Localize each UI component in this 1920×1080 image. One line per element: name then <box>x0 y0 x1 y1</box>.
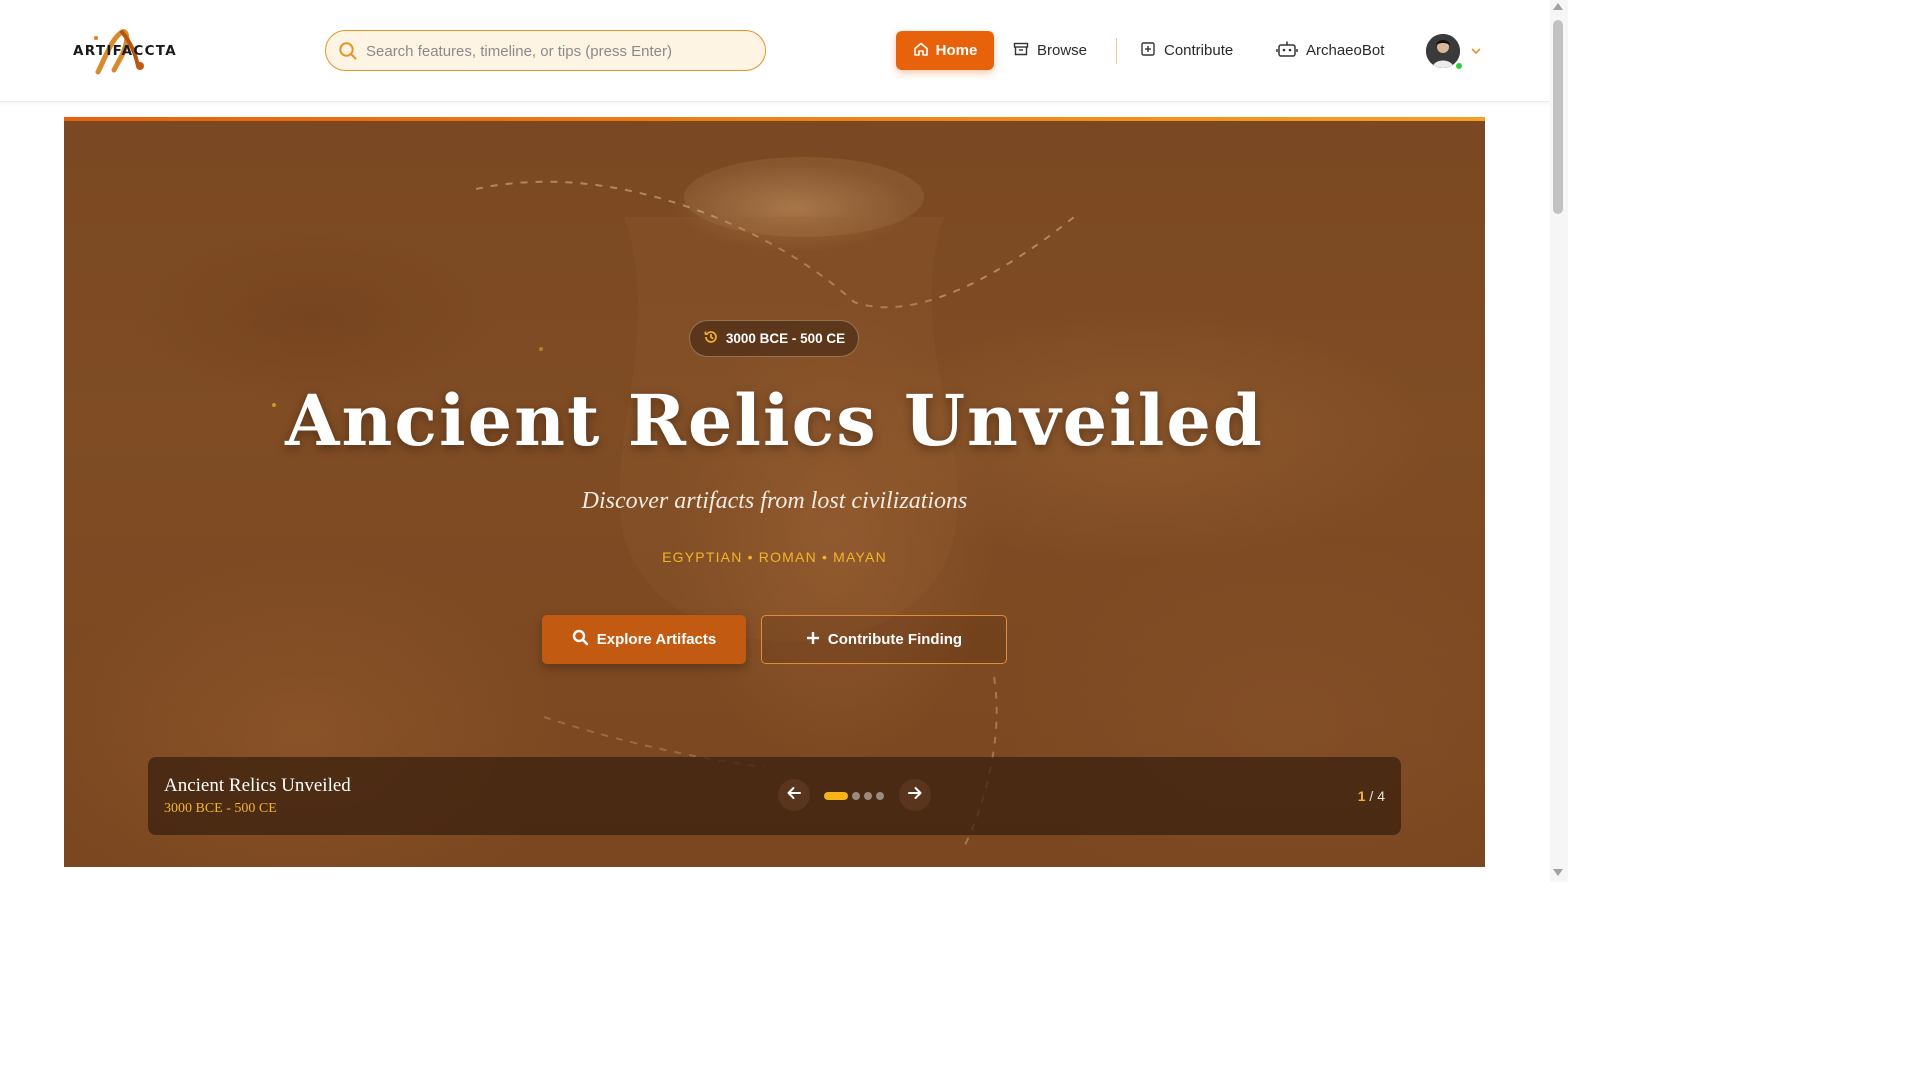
scrollbar-thumb[interactable] <box>1553 20 1563 214</box>
online-status-dot <box>1454 61 1464 71</box>
history-icon <box>703 329 719 348</box>
nav-archaeobot-label: ArchaeoBot <box>1306 42 1385 59</box>
slide-counter: 1 / 4 <box>1358 788 1385 804</box>
contribute-finding-label: Contribute Finding <box>827 631 963 648</box>
slide-dot-1[interactable] <box>824 792 848 800</box>
nav-divider <box>1116 38 1117 64</box>
arrow-left-icon <box>786 785 802 806</box>
nav-contribute-link[interactable]: Contribute <box>1140 31 1233 70</box>
scroll-up-arrow-icon[interactable] <box>1553 3 1563 10</box>
previous-slide-button[interactable] <box>778 779 810 811</box>
period-text: 3000 BCE - 500 CE <box>725 331 846 346</box>
nav-home-label: Home <box>935 42 978 59</box>
nav-archaeobot-link[interactable]: ArchaeoBot <box>1276 31 1384 70</box>
nav-browse-label: Browse <box>1037 42 1088 59</box>
logo[interactable]: ARTIFACCTA <box>70 26 190 76</box>
search-icon <box>338 41 358 66</box>
plus-square-icon <box>1140 41 1156 61</box>
slide-dot-2[interactable] <box>852 792 860 800</box>
robot-icon <box>1276 40 1298 62</box>
hero-civilization-tags: EGYPTIAN • ROMAN • MAYAN <box>662 549 887 565</box>
slide-period: 3000 BCE - 500 CE <box>164 801 277 816</box>
chevron-down-icon[interactable] <box>1470 44 1482 62</box>
explore-artifacts-button[interactable]: Explore Artifacts <box>542 615 746 664</box>
page: ARTIFACCTA Home Browse Contribute <box>0 0 1568 882</box>
home-icon <box>913 41 929 61</box>
search-icon <box>572 629 589 650</box>
plus-icon <box>806 631 820 649</box>
slide-dot-4[interactable] <box>876 792 884 800</box>
search-input[interactable] <box>366 39 756 63</box>
scroll-down-arrow-icon[interactable] <box>1553 869 1563 876</box>
nav-home-button[interactable]: Home <box>896 31 994 70</box>
archive-icon <box>1013 41 1029 61</box>
arrow-right-icon <box>907 785 923 806</box>
hero-subtitle: Discover artifacts from lost civilizatio… <box>581 488 968 514</box>
slide-counter-total: / 4 <box>1369 788 1385 804</box>
contribute-finding-button[interactable]: Contribute Finding <box>761 615 1007 664</box>
search-bar[interactable] <box>325 30 766 71</box>
slide-info-bar: Ancient Relics Unveiled 3000 BCE - 500 C… <box>148 757 1401 835</box>
slide-title: Ancient Relics Unveiled <box>164 775 351 796</box>
top-header: ARTIFACCTA Home Browse Contribute <box>0 0 1550 102</box>
hero-title: Ancient Relics Unveiled <box>285 379 1264 462</box>
logo-text: ARTIFACCTA <box>73 43 178 59</box>
next-slide-button[interactable] <box>899 779 931 811</box>
period-badge: 3000 BCE - 500 CE <box>689 320 859 357</box>
nav-browse-link[interactable]: Browse <box>1013 31 1087 70</box>
slide-counter-current: 1 <box>1357 788 1366 804</box>
hero-carousel: 3000 BCE - 500 CE Ancient Relics Unveile… <box>64 117 1485 867</box>
slide-dot-3[interactable] <box>864 792 872 800</box>
explore-artifacts-label: Explore Artifacts <box>596 631 717 648</box>
nav-contribute-label: Contribute <box>1164 42 1234 59</box>
